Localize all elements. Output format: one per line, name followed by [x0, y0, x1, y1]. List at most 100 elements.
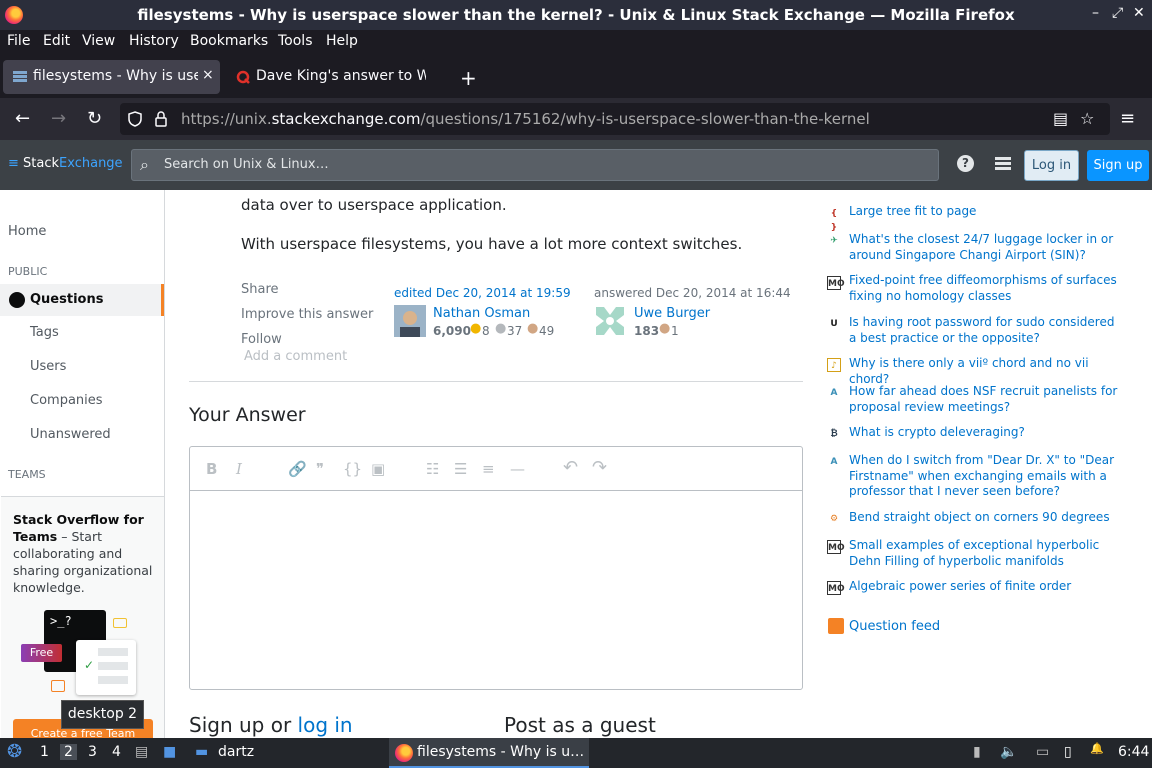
- signup-button[interactable]: Sign up: [1087, 150, 1149, 181]
- undo-icon[interactable]: ↶: [563, 457, 578, 478]
- menu-edit[interactable]: Edit: [43, 33, 70, 49]
- horizontal-rule-icon[interactable]: —: [510, 460, 525, 478]
- nav-tags[interactable]: Tags: [30, 325, 59, 340]
- bookmark-star-icon[interactable]: ☆: [1080, 109, 1094, 128]
- folder-window[interactable]: dartz: [218, 744, 254, 760]
- editor-name-link[interactable]: Nathan Osman: [433, 306, 530, 321]
- new-tab-button[interactable]: +: [460, 66, 477, 90]
- folder-icon[interactable]: ▬: [195, 744, 208, 760]
- notes-icon[interactable]: ▯: [1064, 744, 1072, 760]
- hot-question-link[interactable]: Large tree fit to page: [849, 204, 1124, 220]
- file-manager-icon[interactable]: ▤: [135, 744, 148, 760]
- hot-question-link[interactable]: What is crypto deleveraging?: [849, 425, 1124, 441]
- url-bar[interactable]: https://unix.stackexchange.com/questions…: [120, 103, 1110, 135]
- follow-link[interactable]: Follow: [241, 332, 282, 347]
- blockquote-icon[interactable]: ❞: [316, 460, 324, 478]
- avatar[interactable]: [594, 305, 626, 337]
- edited-timestamp[interactable]: edited Dec 20, 2014 at 19:59: [394, 286, 571, 300]
- teams-illustration: >_? ✓ Free: [21, 610, 141, 710]
- reader-view-icon[interactable]: ▤: [1053, 109, 1068, 128]
- chat-bubble-icon: [51, 680, 65, 692]
- notification-icon[interactable]: 🔔: [1090, 742, 1104, 755]
- window-title: filesystems - Why is userspace slower th…: [137, 6, 1015, 24]
- menu-history[interactable]: History: [129, 33, 179, 49]
- volume-icon[interactable]: 🔈: [1000, 744, 1017, 760]
- workspace-3[interactable]: 3: [88, 744, 97, 760]
- login-button[interactable]: Log in: [1024, 150, 1079, 181]
- hot-question-link[interactable]: When do I switch from "Dear Dr. X" to "D…: [849, 453, 1124, 500]
- network-icon[interactable]: ▭: [1036, 744, 1049, 760]
- clipboard-icon[interactable]: ▮: [973, 744, 981, 760]
- hot-question-link[interactable]: Is having root password for sudo conside…: [849, 315, 1124, 346]
- workspace-4[interactable]: 4: [112, 744, 121, 760]
- workspace-1[interactable]: 1: [40, 744, 49, 760]
- reload-icon[interactable]: ↻: [87, 108, 102, 129]
- nav-home[interactable]: Home: [8, 224, 46, 239]
- menu-file[interactable]: File: [7, 33, 30, 49]
- unordered-list-icon[interactable]: ☰: [454, 460, 467, 478]
- login-link[interactable]: log in: [298, 713, 353, 737]
- hot-question-link[interactable]: What's the closest 24/7 luggage locker i…: [849, 232, 1124, 263]
- menu-bookmarks[interactable]: Bookmarks: [190, 33, 268, 49]
- ordered-list-icon[interactable]: ☷: [426, 460, 439, 478]
- redo-icon[interactable]: ↷: [592, 457, 607, 478]
- navigation-bar: ← → ↻ https://unix.stackexchange.com/que…: [0, 98, 1152, 140]
- tab-close-button[interactable]: ×: [202, 67, 214, 83]
- lock-icon[interactable]: [154, 111, 168, 127]
- tab-filesystems[interactable]: filesystems - Why is user ×: [3, 60, 220, 94]
- left-sidebar: Home PUBLIC Questions Tags Users Compani…: [0, 190, 165, 738]
- help-icon[interactable]: ?: [957, 155, 974, 172]
- mathoverflow-site-icon: MO: [827, 276, 845, 290]
- checklist-icon: ✓: [76, 640, 136, 695]
- desktop-icon[interactable]: ■: [163, 744, 176, 760]
- site-switcher-icon[interactable]: [995, 157, 1011, 171]
- shield-icon[interactable]: [127, 111, 143, 127]
- url-text[interactable]: https://unix.stackexchange.com/questions…: [181, 110, 870, 128]
- blender-site-icon: ⚙: [829, 514, 839, 524]
- workspace-2[interactable]: 2: [60, 744, 77, 760]
- forward-icon[interactable]: →: [51, 108, 66, 129]
- answer-editor[interactable]: B I 🔗 ❞ {} ▣ ☷ ☰ ≡ — ↶ ↷: [189, 446, 803, 690]
- nav-questions[interactable]: Questions: [0, 284, 164, 316]
- close-window-button[interactable]: ✕: [1133, 5, 1145, 21]
- hot-question-link[interactable]: Bend straight object on corners 90 degre…: [849, 510, 1124, 526]
- code-icon[interactable]: {}: [343, 460, 362, 478]
- question-feed-link[interactable]: Question feed: [849, 619, 940, 634]
- nav-unanswered[interactable]: Unanswered: [30, 427, 111, 442]
- avatar[interactable]: [394, 305, 426, 337]
- hot-question-link[interactable]: Small examples of exceptional hyperbolic…: [849, 538, 1124, 569]
- bold-icon[interactable]: B: [206, 460, 217, 478]
- tab-quora[interactable]: Dave King's answer to W ×: [226, 60, 451, 94]
- main-content: data over to userspace application. With…: [165, 190, 815, 738]
- minimize-button[interactable]: –: [1092, 5, 1099, 21]
- active-window-button[interactable]: filesystems - Why is u…: [389, 738, 589, 768]
- answered-timestamp: answered Dec 20, 2014 at 16:44: [594, 286, 791, 300]
- menu-view[interactable]: View: [82, 33, 115, 49]
- travel-site-icon: ✈: [830, 236, 838, 246]
- author-name-link[interactable]: Uwe Burger: [634, 306, 710, 321]
- heading-icon[interactable]: ≡: [482, 460, 495, 478]
- menu-help[interactable]: Help: [326, 33, 358, 49]
- bronze-badge-icon: ●: [659, 321, 671, 336]
- italic-icon[interactable]: I: [236, 460, 242, 478]
- taskbar: ❂ 1 2 3 4 ▤ ■ ▬ dartz filesystems - Why …: [0, 738, 1152, 768]
- hot-question-link[interactable]: How far ahead does NSF recruit panelists…: [849, 384, 1124, 415]
- improve-answer-link[interactable]: Improve this answer: [241, 307, 373, 322]
- back-icon[interactable]: ←: [15, 108, 30, 129]
- link-icon[interactable]: 🔗: [288, 460, 307, 478]
- search-input[interactable]: ⌕ Search on Unix & Linux…: [131, 149, 939, 181]
- image-icon[interactable]: ▣: [371, 460, 385, 478]
- hot-question-link[interactable]: Algebraic power series of finite order: [849, 579, 1124, 595]
- share-link[interactable]: Share: [241, 282, 279, 297]
- add-comment-link[interactable]: Add a comment: [244, 349, 347, 364]
- nav-users[interactable]: Users: [30, 359, 66, 374]
- maximize-button[interactable]: ⤢: [1112, 5, 1123, 21]
- author-reputation: 183: [634, 324, 660, 338]
- start-menu-icon[interactable]: ❂: [7, 741, 22, 762]
- hot-question-link[interactable]: Fixed-point free diffeomorphisms of surf…: [849, 273, 1124, 304]
- nav-companies[interactable]: Companies: [30, 393, 103, 408]
- hot-question-link[interactable]: Why is there only a viiº chord and no vi…: [849, 356, 1124, 387]
- stackexchange-logo[interactable]: ≡ StackExchange: [8, 156, 123, 171]
- hamburger-menu-icon[interactable]: ≡: [1120, 108, 1135, 129]
- menu-tools[interactable]: Tools: [278, 33, 313, 49]
